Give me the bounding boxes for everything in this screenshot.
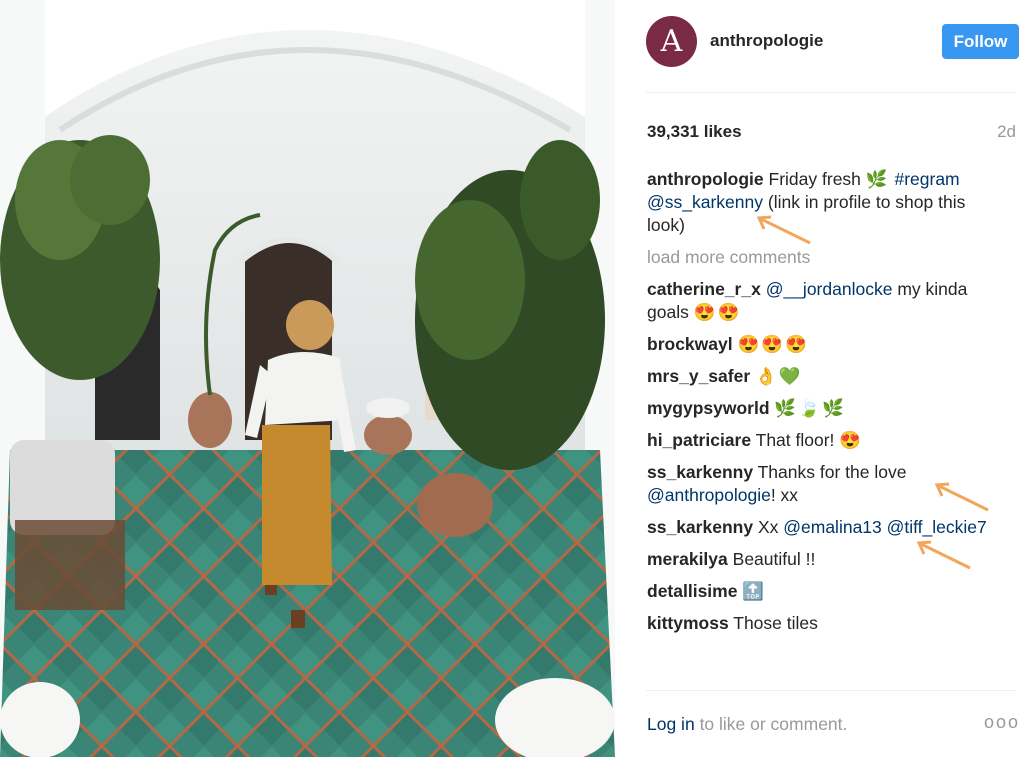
- annotation-arrow-icon: [934, 482, 989, 512]
- caption: anthropologie Friday fresh 🌿 #regram @ss…: [647, 168, 997, 237]
- comment-username[interactable]: ss_karkenny: [647, 517, 753, 537]
- comment: mrs_y_safer 👌💚: [647, 365, 997, 388]
- comment-username[interactable]: catherine_r_x: [647, 279, 761, 299]
- more-options-icon[interactable]: ooo: [984, 712, 1020, 733]
- comment: mygypsyworld 🌿🍃🌿: [647, 397, 997, 420]
- comment-emoji: 🔝: [742, 581, 767, 601]
- login-prompt-text: to like or comment.: [699, 714, 848, 734]
- annotation-arrow-icon: [916, 540, 971, 570]
- comment-text: Thanks for the love: [757, 462, 907, 482]
- comment-emoji: 👌💚: [755, 366, 803, 386]
- likes-count[interactable]: 39,331 likes: [647, 122, 742, 142]
- comment-text: Beautiful !!: [732, 549, 816, 569]
- comment-emoji: 🌿🍃🌿: [774, 398, 846, 418]
- post-sidebar: A anthropologie Follow 39,331 likes 2d a…: [615, 0, 1024, 757]
- caption-text: Friday fresh: [768, 169, 861, 189]
- footer-divider: [646, 690, 1016, 691]
- avatar-letter: A: [660, 23, 683, 59]
- login-prompt: Log in to like or comment.: [647, 714, 847, 735]
- header-divider: [646, 92, 1016, 93]
- comment: hi_patriciare That floor! 😍: [647, 429, 997, 452]
- avatar[interactable]: A: [646, 16, 697, 67]
- caption-hashtag[interactable]: #regram: [894, 169, 959, 189]
- comment-text-after: ! xx: [770, 485, 799, 505]
- post-photo[interactable]: [0, 0, 615, 757]
- comment-username[interactable]: kittymoss: [647, 613, 729, 633]
- comment-mention[interactable]: @__jordanlocke: [766, 279, 893, 299]
- comment-emoji: 😍😍😍: [737, 334, 809, 354]
- comment-emoji: 😍: [839, 430, 864, 450]
- comment-text: Xx: [757, 517, 779, 537]
- comment: brockwayl 😍😍😍: [647, 333, 997, 356]
- comment: kittymoss Those tiles: [647, 612, 997, 635]
- comment-username[interactable]: hi_patriciare: [647, 430, 751, 450]
- follow-button[interactable]: Follow: [942, 24, 1019, 59]
- comment-mention[interactable]: @anthropologie: [647, 485, 771, 505]
- post-time[interactable]: 2d: [997, 122, 1016, 142]
- comment-mention[interactable]: @emalina13 @tiff_leckie7: [783, 517, 987, 537]
- load-more-comments[interactable]: load more comments: [647, 246, 997, 269]
- login-link[interactable]: Log in: [647, 714, 695, 734]
- comment-emoji: 😍😍: [693, 302, 742, 322]
- comment: ss_karkenny Xx @emalina13 @tiff_leckie7: [647, 516, 997, 539]
- comment-username[interactable]: mygypsyworld: [647, 398, 770, 418]
- caption-mention[interactable]: @ss_karkenny: [647, 192, 763, 212]
- comment-username[interactable]: mrs_y_safer: [647, 366, 750, 386]
- comment-text: That floor!: [755, 430, 835, 450]
- leaf-emoji: 🌿: [865, 169, 890, 189]
- comment: detallisime 🔝: [647, 580, 997, 603]
- comment-username[interactable]: detallisime: [647, 581, 737, 601]
- annotation-arrow-icon: [756, 215, 811, 245]
- comment-username[interactable]: merakilya: [647, 549, 728, 569]
- caption-username[interactable]: anthropologie: [647, 169, 764, 189]
- comment-username[interactable]: brockwayl: [647, 334, 733, 354]
- comment: catherine_r_x @__jordanlocke my kinda go…: [647, 278, 997, 324]
- post-header: A anthropologie Follow: [615, 0, 1024, 92]
- account-username[interactable]: anthropologie: [710, 31, 823, 51]
- comment-text: Those tiles: [733, 613, 818, 633]
- post-image-illustration: [0, 0, 615, 757]
- comment-username[interactable]: ss_karkenny: [647, 462, 753, 482]
